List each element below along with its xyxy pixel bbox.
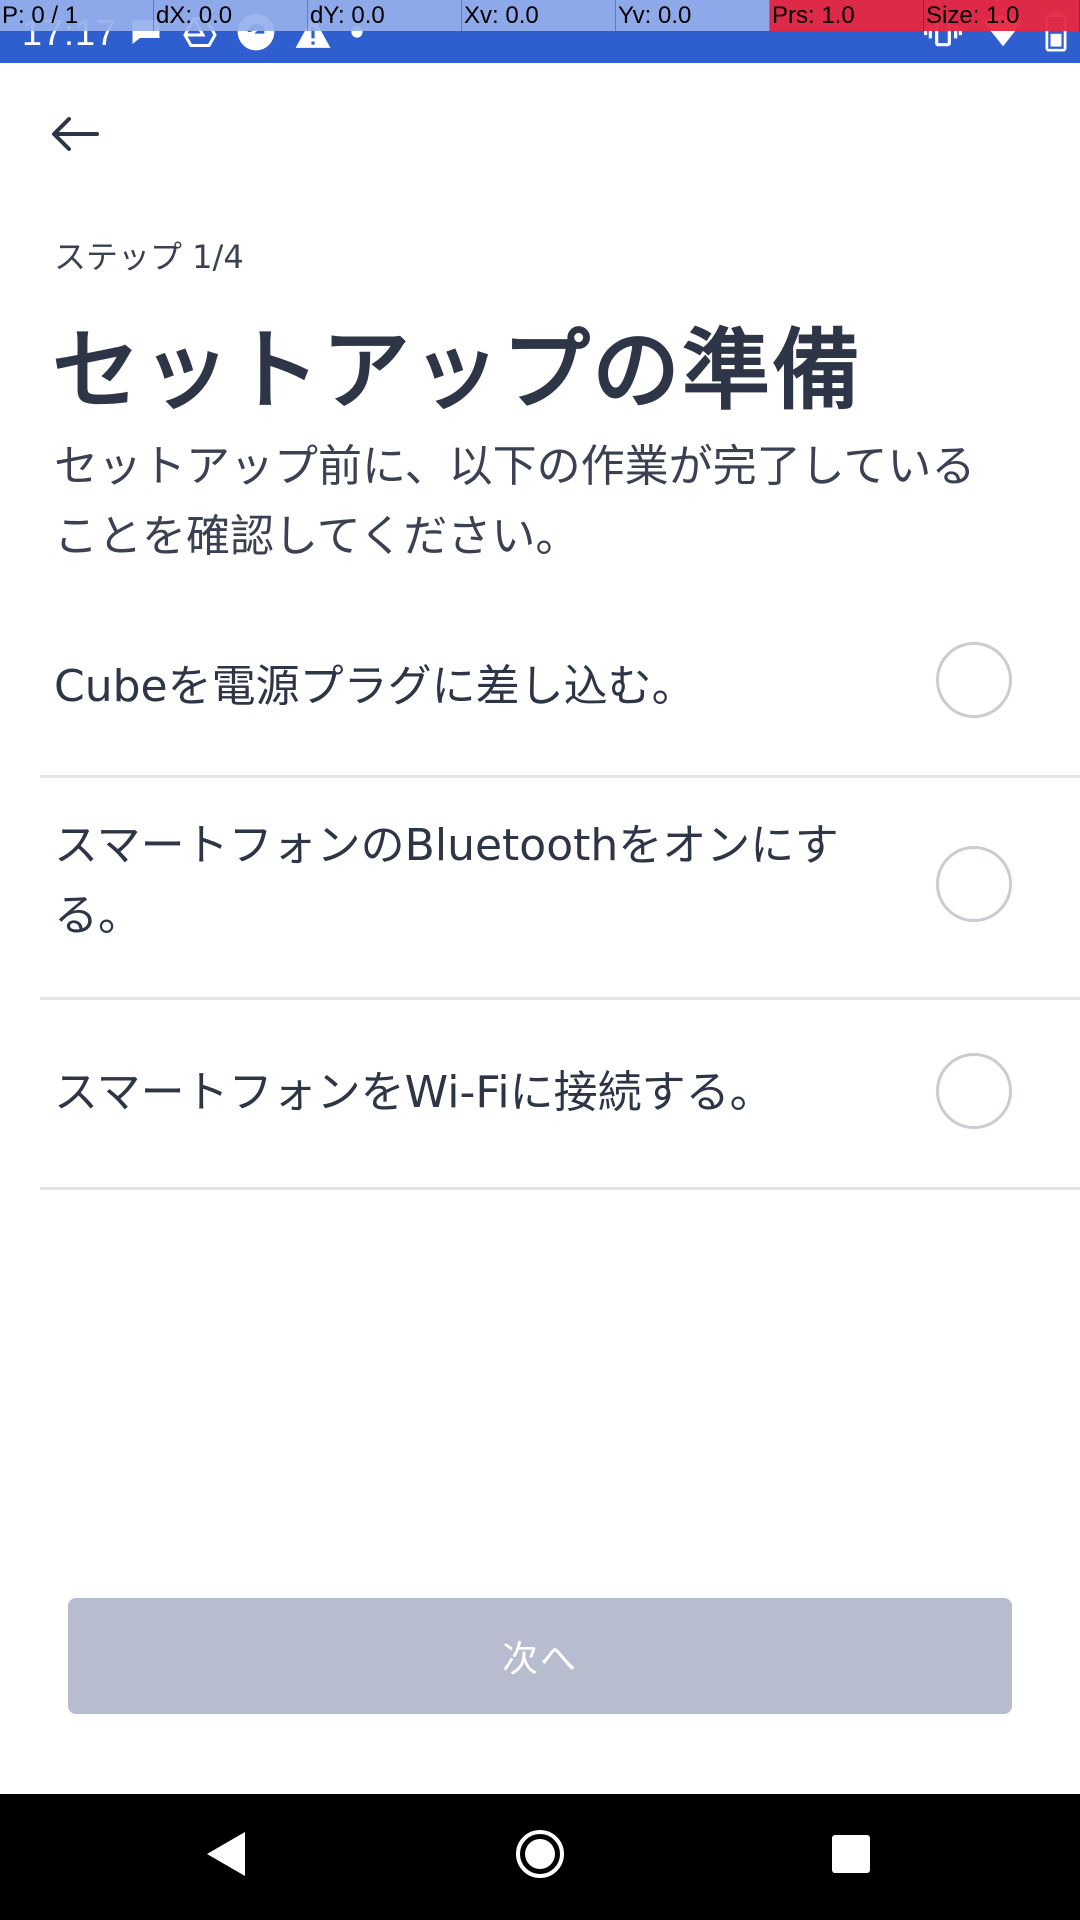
checkbox-circle[interactable] bbox=[936, 642, 1012, 718]
next-button[interactable]: 次へ bbox=[68, 1598, 1012, 1714]
pointer-xv: Xv: 0.0 bbox=[462, 0, 616, 31]
nav-home-button[interactable] bbox=[490, 1818, 590, 1894]
checkbox-circle[interactable] bbox=[936, 846, 1012, 922]
pointer-location-overlay: P: 0 / 1 dX: 0.0 dY: 0.0 Xv: 0.0 Yv: 0.0… bbox=[0, 0, 1080, 31]
home-circle-icon bbox=[515, 1829, 565, 1883]
page-description: セットアップ前に、以下の作業が完了していることを確認してください。 bbox=[54, 441, 976, 562]
nav-back-button[interactable] bbox=[176, 1818, 276, 1894]
nav-recents-button[interactable] bbox=[801, 1818, 901, 1894]
pointer-dx: dX: 0.0 bbox=[154, 0, 308, 31]
checklist-item-label: Cubeを電源プラグに差し込む。 bbox=[54, 661, 696, 712]
step-indicator: ステップ 1/4 bbox=[54, 238, 244, 276]
checklist-item-label: スマートフォンのBluetoothをオンにする。 bbox=[54, 820, 839, 941]
pointer-dy: dY: 0.0 bbox=[308, 0, 462, 31]
checklist-item-power[interactable]: Cubeを電源プラグに差し込む。 bbox=[40, 600, 1080, 778]
back-button[interactable] bbox=[38, 106, 110, 166]
checklist-item-bluetooth[interactable]: スマートフォンのBluetoothをオンにする。 bbox=[40, 778, 1080, 1000]
pointer-count: P: 0 / 1 bbox=[0, 0, 154, 31]
recents-square-icon bbox=[830, 1833, 872, 1879]
checkbox-circle[interactable] bbox=[936, 1053, 1012, 1129]
pointer-pressure: Prs: 1.0 bbox=[770, 0, 924, 31]
pointer-yv: Yv: 0.0 bbox=[616, 0, 770, 31]
arrow-left-icon bbox=[49, 116, 99, 156]
page-title: セットアップの準備 bbox=[52, 319, 863, 422]
setup-checklist: Cubeを電源プラグに差し込む。 スマートフォンのBluetoothをオンにする… bbox=[40, 600, 1080, 1190]
back-triangle-icon bbox=[203, 1829, 249, 1883]
navigation-bar bbox=[0, 1794, 1080, 1920]
checklist-item-label: スマートフォンをWi-Fiに接続する。 bbox=[54, 1067, 774, 1118]
pointer-size: Size: 1.0 bbox=[924, 0, 1080, 31]
checklist-item-wifi[interactable]: スマートフォンをWi-Fiに接続する。 bbox=[40, 1000, 1080, 1190]
